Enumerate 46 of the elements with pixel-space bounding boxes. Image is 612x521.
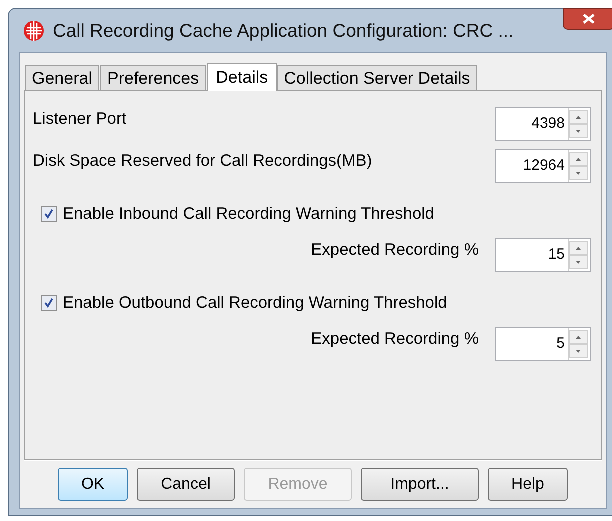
field-label: Expected Recording % (311, 240, 479, 261)
spin-up-button[interactable] (569, 330, 588, 344)
spinner-field[interactable]: 12964 (495, 149, 591, 183)
spinner-field[interactable]: 4398 (495, 107, 591, 141)
checkbox-label: Enable Outbound Call Recording Warning Threshold (63, 292, 448, 314)
down-arrow-icon (576, 172, 581, 174)
up-arrow-icon (576, 336, 581, 338)
spinner-value: 4398 (530, 114, 566, 134)
field-label: Expected Recording % (311, 328, 479, 350)
spinner-value: 5 (556, 334, 566, 354)
up-arrow-icon (576, 158, 581, 160)
dialog-button[interactable]: OK (58, 468, 128, 501)
checkbox-label: Enable Inbound Call Recording Warning Threshold (63, 204, 434, 225)
spinner-value: 15 (547, 244, 566, 265)
spin-down-button[interactable] (569, 124, 588, 138)
dialog-button[interactable]: Cancel (137, 468, 235, 501)
globe-icon (23, 20, 45, 42)
spinner-value: 12964 (522, 156, 566, 176)
spinner-field[interactable]: 5 (495, 327, 591, 361)
close-icon (583, 14, 595, 24)
checkbox[interactable] (41, 206, 57, 222)
spin-up-button[interactable] (569, 241, 588, 255)
spinner-field[interactable]: 15 (495, 238, 591, 272)
down-arrow-icon (576, 130, 581, 132)
close-button[interactable] (563, 8, 612, 30)
spin-down-button[interactable] (569, 255, 588, 269)
dialog-button[interactable]: Help (488, 468, 568, 501)
tab[interactable]: Details (207, 63, 278, 91)
down-arrow-icon (576, 260, 581, 264)
dialog-button[interactable]: Import... (361, 468, 479, 501)
up-arrow-icon (576, 246, 581, 250)
window-title: Call Recording Cache Application Configuration: CRC ... (53, 18, 514, 43)
check-icon (44, 209, 54, 219)
check-icon (44, 298, 54, 308)
tab[interactable]: Preferences (100, 65, 206, 90)
field-label: Disk Space Reserved for Call Recordings(MB) (33, 150, 372, 172)
down-arrow-icon (576, 350, 581, 352)
spin-up-button[interactable] (569, 110, 588, 124)
spin-down-button[interactable] (569, 166, 588, 180)
checkbox[interactable] (41, 295, 57, 311)
field-label: Listener Port (33, 108, 127, 130)
up-arrow-icon (576, 116, 581, 118)
tab[interactable]: Collection Server Details (277, 65, 478, 90)
spin-down-button[interactable] (569, 344, 588, 358)
spin-up-button[interactable] (569, 152, 588, 166)
tab[interactable]: General (25, 65, 100, 90)
